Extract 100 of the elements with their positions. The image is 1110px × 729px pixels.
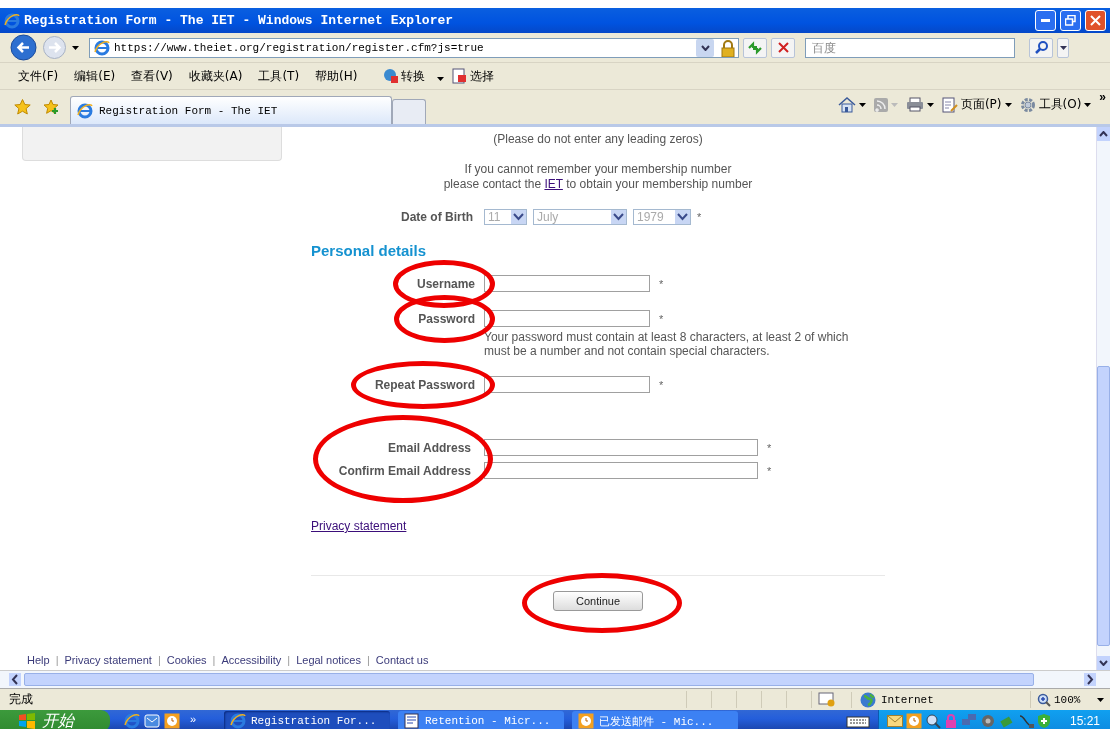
star-icon[interactable] bbox=[14, 99, 31, 115]
menu-item[interactable]: 工具(T) bbox=[258, 67, 300, 85]
search-field[interactable]: 百度 bbox=[805, 37, 1015, 58]
lock-icon bbox=[718, 38, 738, 57]
minimize-icon bbox=[1041, 19, 1050, 22]
continue-button[interactable]: Continue bbox=[553, 591, 643, 611]
back-button[interactable] bbox=[10, 34, 37, 61]
more-commands-button[interactable]: » bbox=[1099, 90, 1106, 104]
instruction-text: please contact the IET to obtain your membership number bbox=[442, 177, 754, 192]
scroll-thumb[interactable] bbox=[1097, 366, 1110, 646]
browser-tab[interactable]: Registration Form - The IET bbox=[70, 96, 392, 124]
caret-icon bbox=[1084, 102, 1092, 107]
window-title: Registration Form - The IET - Windows Internet Explorer bbox=[24, 13, 454, 28]
search-button[interactable] bbox=[1029, 37, 1053, 58]
instruction-text: If you cannot remember your membership number bbox=[463, 162, 733, 177]
text-field[interactable] bbox=[484, 275, 650, 292]
home-button[interactable] bbox=[837, 96, 866, 113]
envelope-icon[interactable] bbox=[887, 715, 903, 727]
caret-icon bbox=[72, 45, 79, 50]
clock-app-icon[interactable] bbox=[164, 713, 180, 729]
convert-button[interactable]: 转换 bbox=[383, 67, 426, 85]
footer-link[interactable]: Help bbox=[27, 654, 50, 666]
menu-item[interactable]: 帮助(H) bbox=[315, 67, 358, 85]
clock-app-icon[interactable] bbox=[906, 713, 922, 729]
search-icon bbox=[1034, 41, 1048, 54]
required-mark: * bbox=[697, 211, 702, 223]
text-field[interactable] bbox=[484, 462, 758, 479]
print-button[interactable] bbox=[905, 97, 934, 112]
page-icon bbox=[941, 96, 958, 113]
home-icon bbox=[837, 96, 856, 113]
caret-icon bbox=[1097, 697, 1105, 702]
address-dropdown-button[interactable] bbox=[696, 38, 714, 57]
magnifier-tray-icon[interactable] bbox=[925, 713, 941, 729]
taskbar-button[interactable]: 已发送邮件 - Mic... bbox=[572, 711, 738, 729]
close-button[interactable] bbox=[1085, 10, 1106, 31]
address-field[interactable]: https://www.theiet.org/registration/register.cfm?js=true bbox=[89, 37, 739, 58]
browser-icon bbox=[230, 713, 246, 729]
field-label: Confirm Email Address bbox=[338, 463, 471, 478]
more-quick-launch-button[interactable]: » bbox=[190, 713, 197, 725]
text-field[interactable] bbox=[484, 310, 650, 327]
warning-page-icon bbox=[818, 692, 836, 707]
refresh-button[interactable] bbox=[743, 37, 767, 58]
field-label: Email Address bbox=[388, 440, 471, 455]
caret-icon bbox=[437, 77, 445, 81]
windows-flag-icon bbox=[18, 713, 36, 729]
feeds-button[interactable] bbox=[873, 97, 898, 112]
iet-link[interactable]: IET bbox=[544, 177, 563, 191]
tools-menu-button[interactable]: 工具(O) bbox=[1019, 96, 1092, 113]
zoom-icon bbox=[1037, 692, 1051, 707]
chevron-down-icon bbox=[611, 210, 626, 224]
shield-icon[interactable] bbox=[1037, 713, 1051, 729]
zone-text: Internet bbox=[881, 693, 934, 706]
zoom-button[interactable]: 100% bbox=[1030, 691, 1110, 708]
vertical-scrollbar[interactable] bbox=[1096, 127, 1110, 670]
menu-item[interactable]: 编辑(E) bbox=[74, 67, 116, 85]
taskbar-button[interactable]: Registration For... bbox=[224, 711, 390, 729]
menu-item[interactable]: 文件(F) bbox=[18, 67, 59, 85]
separator: | bbox=[55, 654, 59, 666]
menu-item[interactable]: 收藏夹(A) bbox=[188, 67, 243, 85]
taskbar-button[interactable]: Retention - Micr... bbox=[398, 711, 564, 729]
browser-icon bbox=[4, 12, 20, 29]
minimize-button[interactable] bbox=[1035, 10, 1056, 31]
add-favorite-icon[interactable] bbox=[43, 99, 60, 115]
clock-text: 15:21 bbox=[1069, 714, 1100, 728]
stop-icon bbox=[777, 42, 789, 53]
chevron-down-icon bbox=[511, 210, 526, 224]
horizontal-scrollbar[interactable] bbox=[0, 670, 1110, 689]
scroll-left-icon bbox=[9, 673, 21, 686]
privacy-link[interactable]: Privacy statement bbox=[311, 519, 407, 533]
required-mark: * bbox=[659, 277, 665, 290]
globe-pdf-icon bbox=[383, 68, 400, 84]
new-tab-button[interactable] bbox=[392, 99, 426, 124]
start-button[interactable]: 开始 bbox=[0, 710, 110, 729]
gear-icon bbox=[1019, 96, 1036, 113]
footer-link[interactable]: Accessibility bbox=[221, 654, 282, 666]
required-mark: * bbox=[659, 312, 665, 325]
restore-button[interactable] bbox=[1060, 10, 1081, 31]
scroll-down-icon bbox=[1099, 660, 1108, 666]
search-options-button[interactable] bbox=[1057, 37, 1069, 58]
chevron-down-icon bbox=[675, 210, 690, 224]
menu-item[interactable]: 查看(V) bbox=[131, 67, 173, 85]
stop-button[interactable] bbox=[771, 37, 795, 58]
page-menu-button[interactable]: 页面(P) bbox=[941, 96, 1012, 113]
mail-app-icon[interactable] bbox=[144, 713, 160, 729]
document-icon bbox=[404, 713, 420, 729]
text-field[interactable] bbox=[484, 439, 758, 456]
select-button[interactable]: 选择 bbox=[452, 67, 495, 85]
footer-link[interactable]: Legal notices bbox=[296, 654, 361, 666]
footer-link[interactable]: Contact us bbox=[375, 654, 429, 666]
scroll-thumb[interactable] bbox=[24, 673, 1034, 686]
browser-icon[interactable] bbox=[124, 713, 140, 729]
caret-icon bbox=[858, 102, 866, 107]
footer-link[interactable]: Cookies bbox=[166, 654, 207, 666]
footer-link[interactable]: Privacy statement bbox=[64, 654, 152, 666]
required-mark: * bbox=[767, 464, 773, 477]
caret-icon bbox=[890, 102, 898, 107]
text-field[interactable] bbox=[484, 376, 650, 393]
speaker-icon[interactable] bbox=[980, 713, 996, 729]
caret-icon bbox=[926, 102, 934, 107]
globe-icon bbox=[860, 691, 876, 708]
